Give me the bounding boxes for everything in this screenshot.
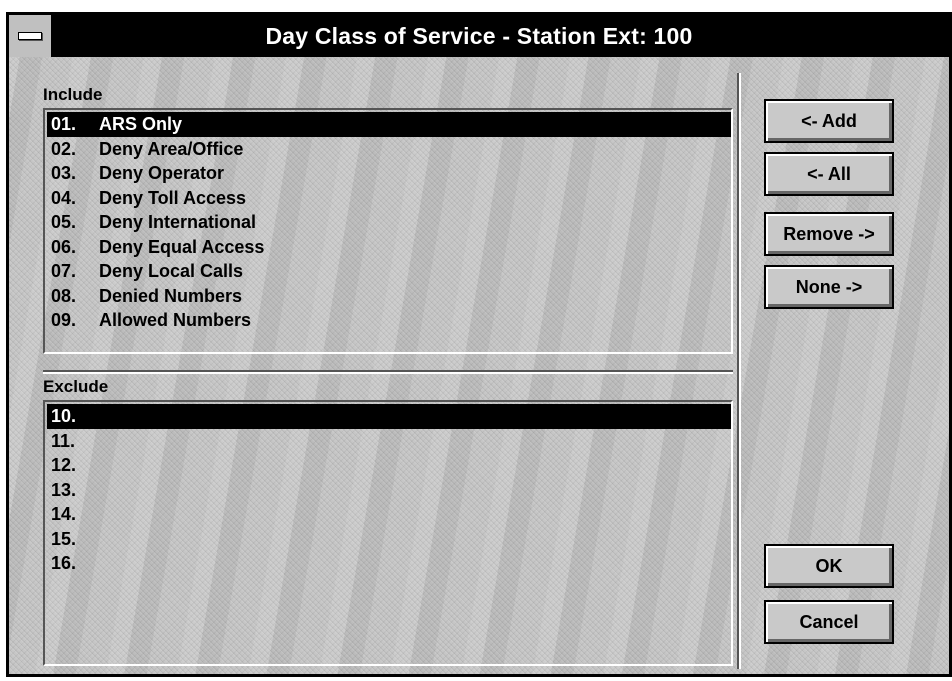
- list-item-number: 03.: [51, 163, 77, 183]
- cancel-button[interactable]: Cancel: [764, 600, 894, 644]
- title-bar[interactable]: Day Class of Service - Station Ext: 100: [9, 15, 949, 57]
- list-item-number: 04.: [51, 187, 77, 208]
- list-item-number: 07.: [51, 261, 77, 281]
- list-item-label: Denied Numbers: [99, 285, 243, 306]
- exclude-listbox[interactable]: 10. 11. 12. 13. 14. 15. 16.: [43, 400, 733, 666]
- list-item-label: Allowed Numbers: [99, 310, 252, 330]
- list-item-number: 11.: [51, 430, 76, 451]
- list-item-label: Deny Toll Access: [99, 187, 247, 208]
- list-item-number: 12.: [51, 455, 77, 475]
- include-listbox[interactable]: 01. ARS Only 02. Deny Area/Office 03. Deny Op…: [43, 108, 733, 354]
- include-list-item[interactable]: 02. Deny Area/Office: [47, 137, 731, 162]
- none-button[interactable]: None ->: [764, 265, 894, 309]
- add-button[interactable]: <- Add: [764, 99, 894, 143]
- exclude-list-item[interactable]: 10.: [47, 404, 731, 429]
- exclude-list-item[interactable]: 12.: [47, 453, 731, 478]
- list-item-number: 09.: [51, 310, 77, 330]
- remove-button[interactable]: Remove ->: [764, 212, 894, 256]
- section-divider: [43, 370, 733, 374]
- list-item-number: 13.: [51, 479, 77, 500]
- exclude-list-item[interactable]: 11.: [47, 429, 731, 454]
- list-item-number: 10.: [51, 406, 77, 426]
- list-item-label: Deny International: [99, 212, 257, 232]
- list-item-number: 02.: [51, 138, 77, 159]
- list-item-label: ARS Only: [99, 114, 183, 134]
- list-item-label: Deny Operator: [99, 163, 225, 183]
- list-item-number: 06.: [51, 236, 77, 257]
- window-title: Day Class of Service - Station Ext: 100: [265, 22, 693, 49]
- include-label: Include: [43, 85, 103, 104]
- system-menu-icon: [18, 32, 42, 40]
- list-item-number: 14.: [51, 504, 77, 524]
- include-list-item[interactable]: 03. Deny Operator: [47, 161, 731, 186]
- list-item-number: 05.: [51, 212, 77, 232]
- system-menu-button[interactable]: [9, 15, 53, 57]
- include-list-item[interactable]: 07. Deny Local Calls: [47, 259, 731, 284]
- list-item-label: Deny Equal Access: [99, 236, 265, 257]
- exclude-list-item[interactable]: 16.: [47, 551, 731, 576]
- include-list-item[interactable]: 05. Deny International: [47, 210, 731, 235]
- include-list-item[interactable]: 09. Allowed Numbers: [47, 308, 731, 333]
- include-list-item[interactable]: 01. ARS Only: [47, 112, 731, 137]
- exclude-label: Exclude: [43, 377, 109, 396]
- button-panel-divider: [737, 73, 741, 669]
- include-list-item[interactable]: 04. Deny Toll Access: [47, 186, 731, 211]
- list-item-label: Deny Area/Office: [99, 138, 244, 159]
- exclude-list-item[interactable]: 13.: [47, 478, 731, 503]
- list-item-number: 08.: [51, 285, 77, 306]
- include-list-item[interactable]: 06. Deny Equal Access: [47, 235, 731, 260]
- exclude-list-item[interactable]: 14.: [47, 502, 731, 527]
- include-list-item[interactable]: 08. Denied Numbers: [47, 284, 731, 309]
- all-button[interactable]: <- All: [764, 152, 894, 196]
- exclude-list-item[interactable]: 15.: [47, 527, 731, 552]
- list-item-number: 16.: [51, 553, 77, 573]
- list-item-number: 15.: [51, 528, 77, 549]
- dialog-window: Day Class of Service - Station Ext: 100 …: [6, 12, 952, 677]
- list-item-label: Deny Local Calls: [99, 261, 244, 281]
- list-item-number: 01.: [51, 114, 77, 134]
- ok-button[interactable]: OK: [764, 544, 894, 588]
